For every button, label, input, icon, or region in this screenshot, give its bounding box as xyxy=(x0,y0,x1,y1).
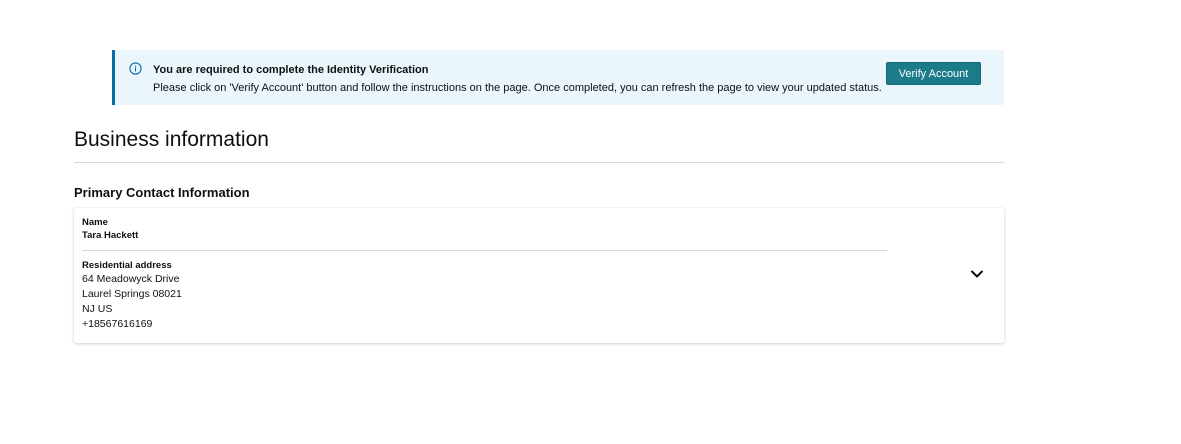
title-divider xyxy=(74,162,1004,163)
address-label: Residential address xyxy=(82,260,172,271)
name-field: Name Tara Hackett xyxy=(82,216,138,242)
address-field: Residential address 64 Meadowyck Drive L… xyxy=(82,259,182,332)
primary-contact-card: Name Tara Hackett Residential address 64… xyxy=(74,208,1004,343)
phone-number: +18567616169 xyxy=(82,318,153,330)
name-value: Tara Hackett xyxy=(82,230,139,241)
address-line: 64 Meadowyck Drive xyxy=(82,273,180,285)
identity-verification-alert: You are required to complete the Identit… xyxy=(112,50,1004,105)
section-title: Primary Contact Information xyxy=(74,185,250,200)
card-divider xyxy=(82,250,887,251)
alert-text: You are required to complete the Identit… xyxy=(153,63,882,95)
address-line: Laurel Springs 08021 xyxy=(82,288,182,300)
alert-description: Please click on 'Verify Account' button … xyxy=(153,82,882,94)
verify-account-button[interactable]: Verify Account xyxy=(886,62,981,85)
name-label: Name xyxy=(82,217,108,228)
chevron-down-icon[interactable] xyxy=(970,266,984,278)
address-line: NJ US xyxy=(82,303,113,315)
page-title: Business information xyxy=(74,128,269,151)
alert-title: You are required to complete the Identit… xyxy=(153,64,429,76)
page: You are required to complete the Identit… xyxy=(0,0,1181,444)
info-icon xyxy=(129,62,142,75)
